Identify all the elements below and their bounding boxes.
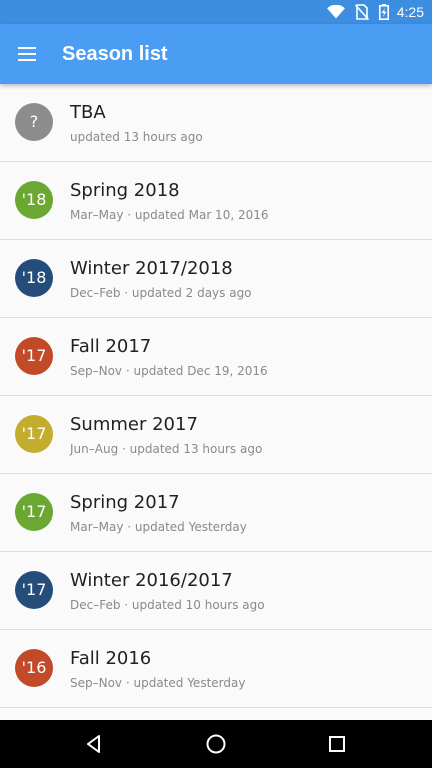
season-subtitle: Jun–Aug · updated 13 hours ago bbox=[70, 442, 263, 456]
recents-icon bbox=[329, 736, 345, 752]
season-badge: ? bbox=[15, 103, 53, 141]
season-subtitle: Sep–Nov · updated Yesterday bbox=[70, 676, 246, 690]
home-icon bbox=[206, 734, 226, 754]
battery-charging-icon bbox=[378, 4, 389, 20]
season-badge: '17 bbox=[15, 415, 53, 453]
season-subtitle: Sep–Nov · updated Dec 19, 2016 bbox=[70, 364, 268, 378]
season-badge: '17 bbox=[15, 571, 53, 609]
back-button[interactable] bbox=[82, 732, 106, 756]
status-bar: 4:25 bbox=[0, 0, 432, 24]
recents-button[interactable] bbox=[325, 732, 349, 756]
season-item[interactable]: '17 Winter 2016/2017 Dec–Feb · updated 10 … bbox=[0, 552, 432, 630]
season-item[interactable]: '18 Spring 2018 Mar–May · updated Mar 10, … bbox=[0, 162, 432, 240]
home-button[interactable] bbox=[204, 732, 228, 756]
season-item[interactable]: '16 Fall 2016 Sep–Nov · updated Yesterday bbox=[0, 630, 432, 708]
status-icons: 4:25 bbox=[317, 0, 424, 24]
season-item[interactable] bbox=[0, 708, 432, 720]
season-subtitle: Dec–Feb · updated 2 days ago bbox=[70, 286, 252, 300]
season-badge: '17 bbox=[15, 337, 53, 375]
season-title: Winter 2016/2017 bbox=[70, 570, 233, 591]
season-title: TBA bbox=[70, 102, 106, 123]
season-badge: '18 bbox=[15, 181, 53, 219]
season-title: Summer 2017 bbox=[70, 414, 198, 435]
season-badge: '16 bbox=[15, 649, 53, 687]
season-item[interactable]: ? TBA updated 13 hours ago bbox=[0, 84, 432, 162]
menu-icon[interactable] bbox=[16, 42, 40, 66]
season-title: Fall 2016 bbox=[70, 648, 152, 669]
status-time: 4:25 bbox=[396, 4, 424, 20]
season-subtitle: Mar–May · updated Mar 10, 2016 bbox=[70, 208, 269, 222]
season-list[interactable]: ? TBA updated 13 hours ago '18 Spring 2018 Ma… bbox=[0, 84, 432, 720]
season-title: Spring 2018 bbox=[70, 180, 180, 201]
no-sim-icon bbox=[354, 4, 369, 20]
page-title: Season list bbox=[62, 43, 168, 65]
navigation-bar bbox=[0, 720, 432, 768]
season-item[interactable]: '17 Summer 2017 Jun–Aug · updated 13 hours… bbox=[0, 396, 432, 474]
season-title: Fall 2017 bbox=[70, 336, 152, 357]
season-item[interactable]: '17 Spring 2017 Mar–May · updated Yesterda… bbox=[0, 474, 432, 552]
season-badge: '18 bbox=[15, 259, 53, 297]
app-bar: Season list bbox=[0, 24, 432, 84]
season-item[interactable]: '18 Winter 2017/2018 Dec–Feb · updated 2 d… bbox=[0, 240, 432, 318]
season-title: Spring 2017 bbox=[70, 492, 180, 513]
season-title: Winter 2017/2018 bbox=[70, 258, 233, 279]
season-subtitle: Dec–Feb · updated 10 hours ago bbox=[70, 598, 265, 612]
season-badge: '17 bbox=[15, 493, 53, 531]
season-subtitle: Mar–May · updated Yesterday bbox=[70, 520, 247, 534]
season-item[interactable]: '17 Fall 2017 Sep–Nov · updated Dec 19, 20… bbox=[0, 318, 432, 396]
season-subtitle: updated 13 hours ago bbox=[70, 130, 203, 144]
back-icon bbox=[87, 735, 100, 753]
wifi-icon bbox=[326, 5, 345, 19]
